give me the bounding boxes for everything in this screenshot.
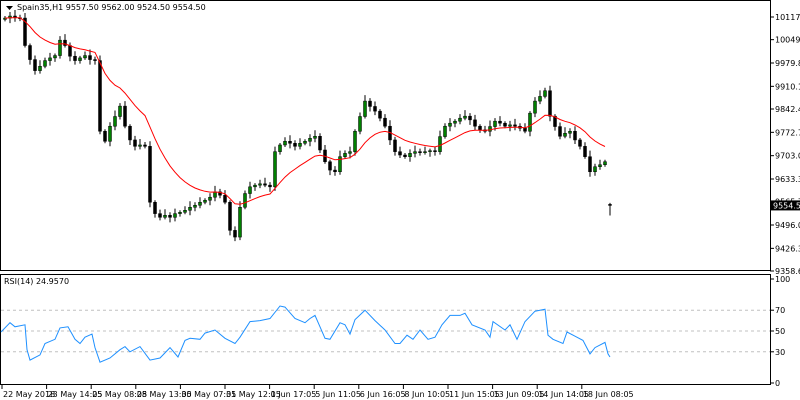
price-tick-label: 9496.00: [775, 221, 800, 230]
time-tick-label: 13 Jun 09:05: [494, 390, 545, 399]
rsi-tick-label: 100: [775, 275, 790, 284]
candle: [148, 141, 152, 208]
price-tick-label: 10117.15: [775, 13, 800, 22]
candle: [353, 129, 357, 156]
candle: [273, 146, 277, 191]
candle: [98, 55, 102, 135]
candle: [23, 13, 27, 48]
candle: [238, 201, 242, 241]
candle: [103, 129, 107, 144]
candle: [243, 190, 247, 210]
background: [0, 0, 800, 400]
candle: [318, 133, 322, 154]
price-tick-label: 9910.10: [775, 82, 800, 91]
time-tick-label: 5 Jun 11:05: [315, 390, 361, 399]
time-tick-label: 14 Jun 14:05: [538, 390, 589, 399]
price-tick-label: 9772.75: [775, 128, 800, 137]
symbol-info: Spain35,H1 9557.50 9562.00 9524.50 9554.…: [17, 3, 206, 12]
price-tick-label: 10049.50: [775, 36, 800, 45]
rsi-tick-label: 30: [775, 348, 785, 357]
price-tick-label: 9703.05: [775, 152, 800, 161]
price-tick-label: 9426.30: [775, 244, 800, 253]
rsi-tick-label: 50: [775, 327, 785, 336]
time-tick-label: 11 Jun 15:05: [449, 390, 500, 399]
time-tick-label: 8 Jun 10:05: [404, 390, 450, 399]
time-tick-label: 1 Jun 17:05: [271, 390, 317, 399]
rsi-tick-label: 0: [775, 379, 780, 388]
trading-chart[interactable]: Spain35,H1 9557.50 9562.00 9524.50 9554.…: [0, 0, 800, 400]
time-tick-label: 6 Jun 16:05: [360, 390, 406, 399]
candle: [228, 200, 232, 236]
current-price-label: 9554.50: [773, 201, 800, 210]
price-tick-label: 9633.35: [775, 175, 800, 184]
rsi-title: RSI(14) 24.9570: [4, 277, 69, 286]
price-tick-label: 9979.80: [775, 59, 800, 68]
time-tick-label: 18 Jun 08:05: [583, 390, 634, 399]
rsi-tick-label: 70: [775, 306, 785, 315]
price-tick-label: 9842.45: [775, 105, 800, 114]
